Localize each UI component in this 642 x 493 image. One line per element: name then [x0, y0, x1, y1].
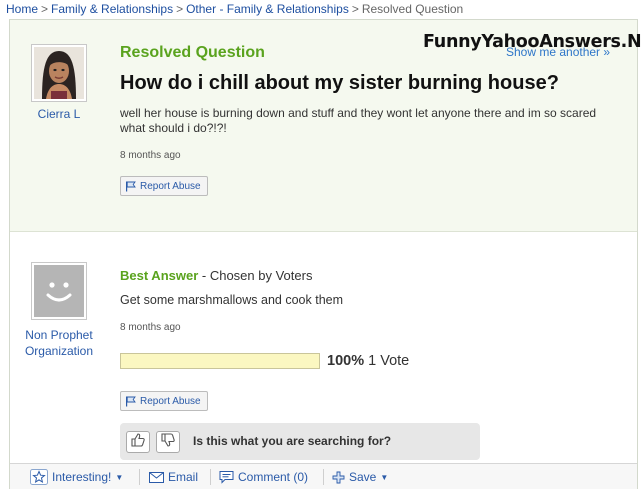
question-frame: FunnyYahooAnswers.Net Show me another » …: [9, 19, 642, 489]
breadcrumb-separator: >: [41, 2, 49, 16]
answerer-name[interactable]: Non Prophet Organization: [18, 327, 100, 359]
answer-report-abuse-button[interactable]: Report Abuse: [120, 391, 208, 411]
asker-name[interactable]: Cierra L: [20, 106, 98, 122]
best-answer-label: Best Answer: [120, 268, 199, 283]
star-icon: [30, 469, 48, 485]
asker-avatar[interactable]: [31, 44, 87, 102]
breadcrumb-family-relationships[interactable]: Family & Relationships: [51, 2, 173, 16]
email-label: Email: [168, 470, 199, 484]
vote-count: 1 Vote: [368, 353, 410, 369]
question-title: How do i chill about my sister burning h…: [120, 72, 559, 94]
answerer-avatar[interactable]: [31, 262, 87, 320]
vote-bar-fill: [121, 354, 319, 368]
report-abuse-label: Report Abuse: [140, 180, 201, 192]
chosen-by-text: - Chosen by Voters: [198, 268, 313, 283]
question-section: FunnyYahooAnswers.Net Show me another » …: [10, 20, 642, 232]
breadcrumb-separator: >: [176, 2, 184, 16]
default-avatar-icon: [34, 265, 84, 317]
answer-body: Get some marshmallows and cook them: [120, 293, 344, 307]
plus-icon: [332, 471, 345, 484]
vote-bar: [120, 353, 320, 369]
search-feedback-box: Is this what you are searching for?: [120, 423, 480, 460]
save-button[interactable]: Save ▼: [332, 468, 388, 486]
caret-down-icon: ▼: [115, 472, 124, 482]
vote-percent: 100%: [327, 353, 365, 369]
save-label: Save: [349, 470, 377, 484]
toolbar-divider: [139, 469, 140, 485]
thumbs-up-button[interactable]: [126, 431, 150, 453]
breadcrumb: Home > Family & Relationships > Other - Fami…: [6, 2, 463, 16]
action-toolbar: Interesting! ▼ Email Comment (0) Save ▼: [10, 463, 637, 489]
thumbs-down-icon: [160, 432, 176, 453]
comment-icon: [219, 470, 234, 484]
toolbar-divider: [323, 469, 324, 485]
answer-section: Non Prophet Organization Best Answer - C…: [10, 233, 637, 462]
breadcrumb-other-family[interactable]: Other - Family & Relationships: [186, 2, 349, 16]
caret-down-icon: ▼: [380, 472, 389, 482]
question-status: Resolved Question: [120, 44, 265, 61]
interesting-button[interactable]: Interesting! ▼: [30, 468, 123, 486]
best-answer-heading: Best Answer - Chosen by Voters: [120, 268, 312, 283]
search-prompt: Is this what you are searching for?: [193, 434, 392, 448]
vote-result: 100% 1 Vote: [327, 353, 409, 369]
show-me-another-link[interactable]: Show me another »: [506, 45, 610, 59]
answer-time: 8 months ago: [120, 322, 181, 333]
comment-label: Comment (0): [238, 470, 309, 484]
email-button[interactable]: Email: [149, 468, 198, 486]
breadcrumb-current: Resolved Question: [361, 2, 464, 16]
interesting-label: Interesting!: [52, 470, 112, 484]
question-report-abuse-button[interactable]: Report Abuse: [120, 176, 208, 196]
toolbar-divider: [210, 469, 211, 485]
thumbs-up-icon: [130, 432, 146, 453]
question-time: 8 months ago: [120, 150, 181, 161]
flag-icon: [125, 181, 136, 192]
breadcrumb-home[interactable]: Home: [6, 2, 38, 16]
flag-icon: [125, 396, 136, 407]
thumbs-down-button[interactable]: [156, 431, 180, 453]
mail-icon: [149, 471, 164, 483]
report-abuse-label: Report Abuse: [140, 395, 201, 407]
avatar-portrait: [34, 47, 84, 99]
breadcrumb-separator: >: [351, 2, 359, 16]
question-body: well her house is burning down and stuff…: [120, 106, 597, 135]
comment-button[interactable]: Comment (0): [219, 468, 308, 486]
